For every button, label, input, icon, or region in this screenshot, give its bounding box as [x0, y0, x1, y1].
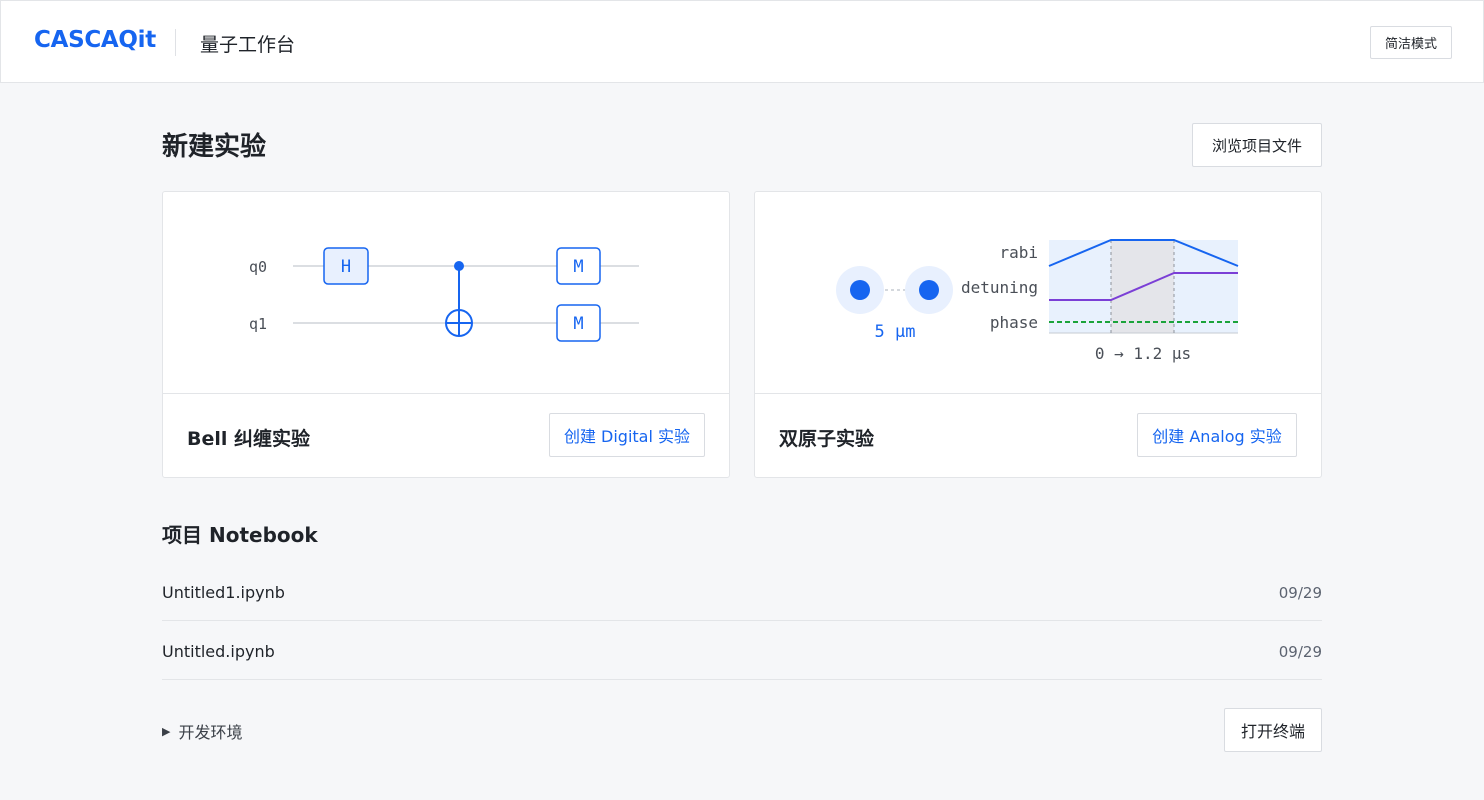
- browse-project-files-button[interactable]: 浏览项目文件: [1192, 123, 1322, 167]
- cnot-control-dot: [454, 261, 464, 271]
- h-gate-label: H: [341, 257, 351, 277]
- open-terminal-button[interactable]: 打开终端: [1224, 708, 1322, 752]
- circuit-preview: q0 q1 H M M: [163, 192, 729, 394]
- atom-1: [850, 280, 870, 300]
- bell-circuit-diagram: q0 q1 H M M: [249, 247, 639, 342]
- measure-gate-q0-label: M: [573, 257, 583, 277]
- create-digital-experiment-button[interactable]: 创建 Digital 实验: [549, 413, 705, 457]
- analog-experiment-card: 5 μm rabi detuning phase 0 → 1.2 μs 双原子实…: [754, 191, 1322, 478]
- brand-logo[interactable]: CASCAQit: [34, 27, 156, 53]
- simple-mode-button[interactable]: 简洁模式: [1370, 26, 1452, 59]
- dev-env-label: 开发环境: [178, 723, 243, 742]
- notebook-name[interactable]: Untitled.ipynb: [162, 642, 275, 661]
- atom-distance-label: 5 μm: [875, 322, 916, 342]
- list-item[interactable]: Untitled.ipynb 09/29: [162, 621, 1322, 680]
- measure-gate-q1-label: M: [573, 314, 583, 334]
- top-bar: CASCAQit 量子工作台 简洁模式: [0, 0, 1484, 83]
- card-title: 双原子实验: [779, 428, 875, 450]
- notebook-name[interactable]: Untitled1.ipynb: [162, 583, 285, 602]
- notebook-date: 09/29: [1278, 643, 1322, 661]
- create-analog-experiment-button[interactable]: 创建 Analog 实验: [1137, 413, 1297, 457]
- dev-env-toggle[interactable]: ▶ 开发环境: [162, 719, 242, 743]
- qubit-label-q1: q1: [249, 315, 267, 333]
- notebook-section-title: 项目 Notebook: [162, 523, 318, 547]
- header-divider: [175, 29, 176, 56]
- qubit-label-q0: q0: [249, 258, 267, 276]
- waveform-time-label: 0 → 1.2 μs: [1095, 344, 1191, 363]
- two-atom-diagram: 5 μm rabi detuning phase 0 → 1.2 μs: [836, 239, 1239, 363]
- notebook-date: 09/29: [1278, 584, 1322, 602]
- app-title: 量子工作台: [200, 34, 296, 56]
- waveform-label-phase: phase: [990, 313, 1038, 332]
- digital-experiment-card: q0 q1 H M M Bell 纠缠实验 创建 Digital 实验: [162, 191, 730, 478]
- triangle-right-icon: ▶: [162, 724, 171, 738]
- waveform-label-rabi: rabi: [999, 243, 1038, 262]
- page-title: 新建实验: [162, 132, 267, 162]
- waveform-label-detuning: detuning: [961, 278, 1038, 297]
- analog-preview: 5 μm rabi detuning phase 0 → 1.2 μs: [755, 192, 1321, 394]
- atom-2: [919, 280, 939, 300]
- card-title: Bell 纠缠实验: [187, 428, 311, 450]
- list-item[interactable]: Untitled1.ipynb 09/29: [162, 562, 1322, 621]
